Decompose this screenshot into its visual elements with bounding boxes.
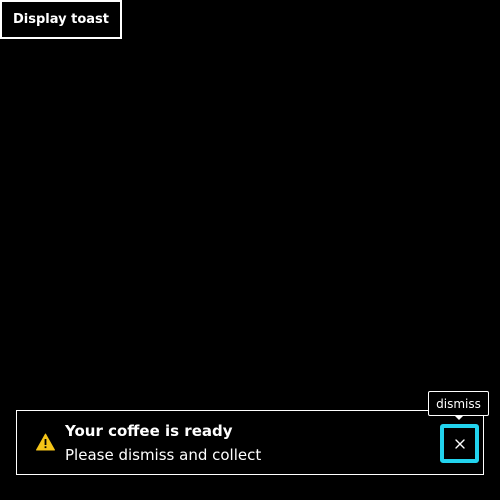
dismiss-button[interactable]	[440, 424, 479, 463]
warning-icon	[36, 433, 55, 451]
toast-message: Please dismiss and collect	[65, 446, 262, 464]
dismiss-tooltip: dismiss	[428, 391, 489, 416]
tooltip-arrow	[454, 415, 464, 420]
toast-notification: Your coffee is ready Please dismiss and …	[16, 410, 484, 475]
close-icon	[454, 438, 465, 449]
display-toast-button[interactable]: Display toast	[0, 0, 122, 39]
toast-title: Your coffee is ready	[65, 422, 233, 440]
